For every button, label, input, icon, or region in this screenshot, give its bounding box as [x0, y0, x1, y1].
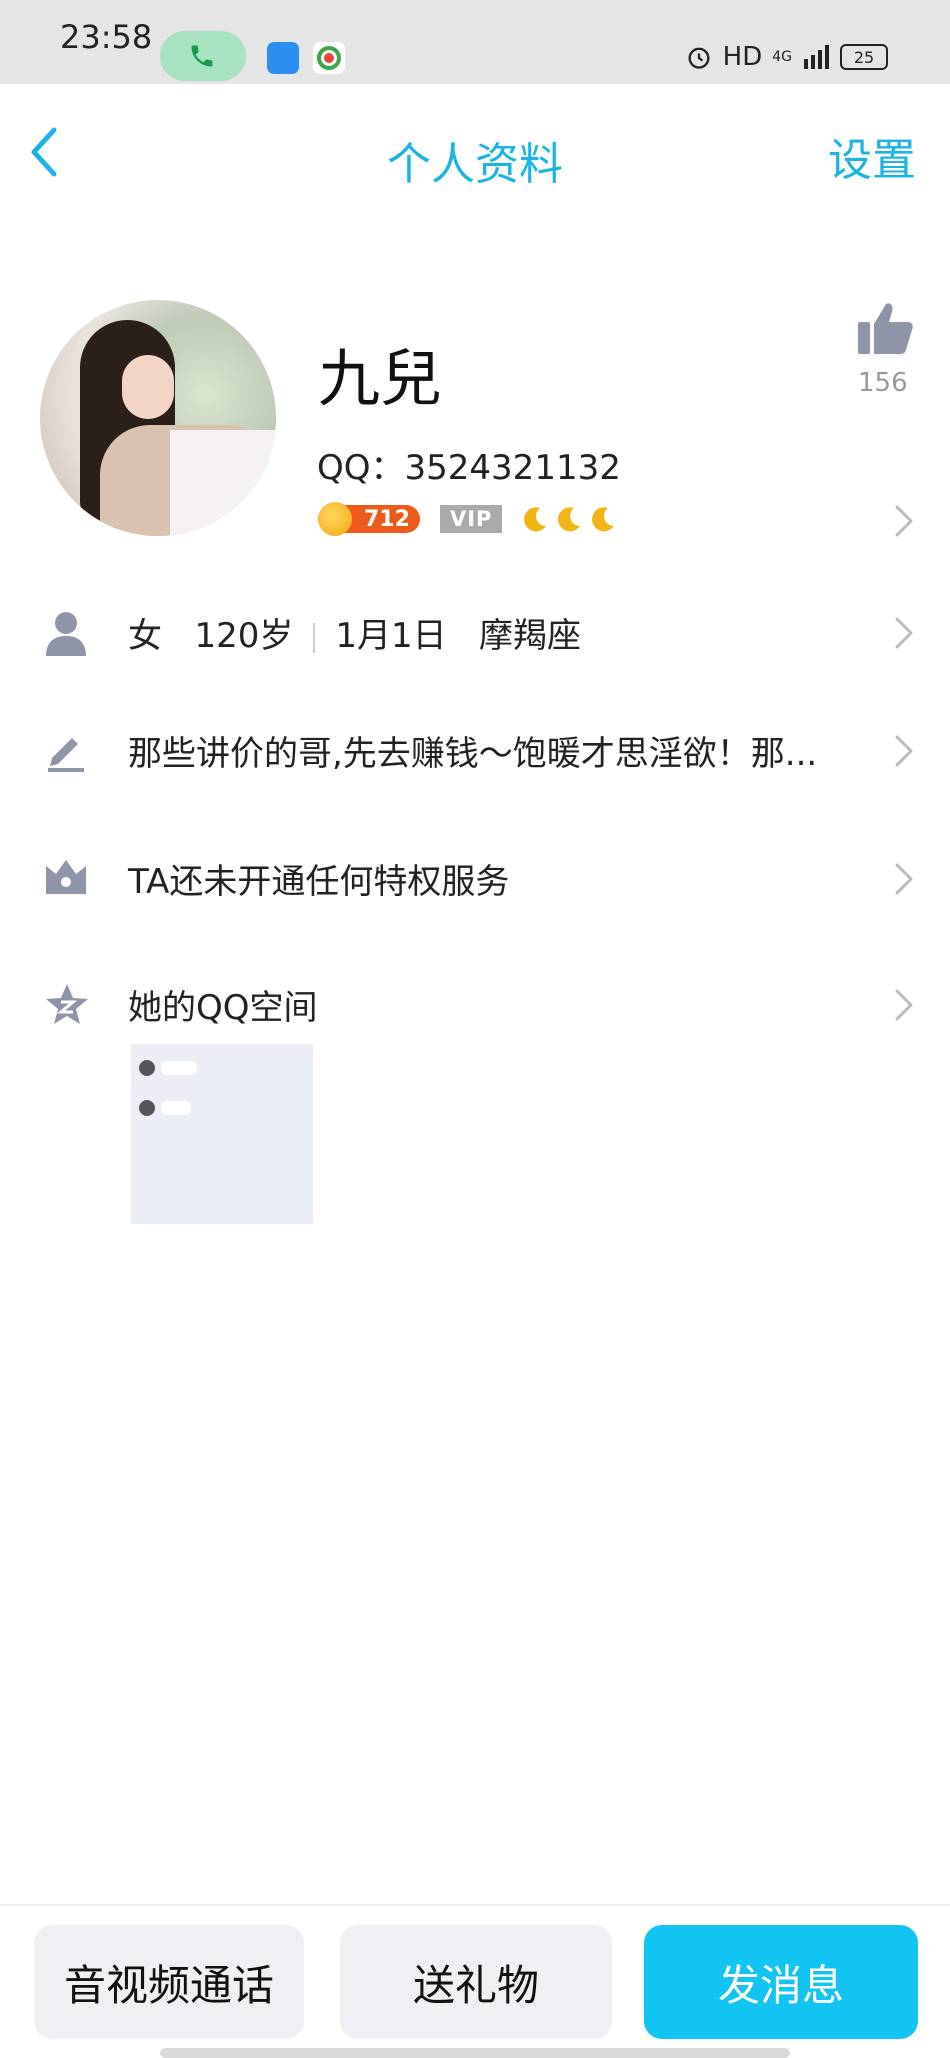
profile-name: 九兒 — [318, 342, 443, 415]
ongoing-call-pill[interactable] — [160, 31, 246, 81]
profile-header-chevron[interactable] — [894, 504, 914, 542]
chevron-right-icon — [894, 616, 914, 654]
age: 120岁 — [194, 616, 294, 656]
birthday: 1月1日 — [335, 616, 447, 656]
moon-icon — [558, 507, 581, 532]
chevron-right-icon — [894, 862, 914, 900]
status-time: 23:58 — [60, 18, 153, 56]
phone-icon — [191, 45, 213, 67]
send-message-button[interactable]: 发消息 — [644, 1925, 918, 2039]
level-value: 712 — [364, 506, 410, 532]
battery-level: 25 — [853, 47, 875, 67]
thumbs-up-icon — [858, 303, 913, 354]
qzone-text: 她的QQ空间 — [128, 988, 318, 1028]
crown-icon — [44, 856, 88, 900]
av-call-button[interactable]: 音视频通话 — [34, 1925, 304, 2039]
coin-icon — [318, 502, 352, 536]
nav-bar: 个人资料 设置 — [0, 84, 950, 214]
status-indicators: HD 4G 25 — [685, 42, 888, 72]
gender: 女 — [128, 616, 162, 656]
send-gift-button[interactable]: 送礼物 — [340, 1925, 612, 2039]
like-count: 156 — [858, 368, 908, 398]
zodiac: 摩羯座 — [479, 616, 582, 656]
like-button[interactable] — [856, 300, 914, 360]
signal-icon — [804, 45, 829, 69]
qzone-preview-thumbnail[interactable] — [131, 1044, 313, 1224]
bottom-divider — [0, 1904, 950, 1906]
pencil-icon — [44, 728, 88, 776]
person-icon — [44, 610, 88, 660]
browser-notification-icon — [313, 42, 345, 74]
moon-icon — [592, 507, 615, 532]
signal-label: 4G — [772, 49, 792, 65]
privilege-text: TA还未开通任何特权服务 — [128, 862, 510, 902]
signature-text: 那些讲价的哥,先去赚钱～饱暖才思淫欲！那... — [128, 734, 818, 774]
moon-level-icons — [520, 504, 618, 534]
vip-badge: VIP — [439, 505, 503, 533]
basic-info-text: 女 120岁 1月1日 摩羯座 — [128, 608, 581, 657]
alarm-icon — [688, 47, 710, 69]
chevron-right-icon — [895, 505, 913, 537]
settings-button[interactable]: 设置 — [828, 124, 916, 188]
status-bar: 23:58 HD 4G 25 — [0, 0, 950, 84]
moon-icon — [524, 507, 547, 532]
level-badge: 712 — [318, 502, 420, 536]
qq-number: QQ：3524321132 — [317, 448, 621, 488]
page-title: 个人资料 — [387, 139, 563, 190]
privilege-row[interactable]: TA还未开通任何特权服务 — [0, 836, 950, 916]
home-indicator[interactable] — [160, 2048, 790, 2058]
qzone-star-icon — [44, 982, 90, 1030]
qzone-row[interactable]: 她的QQ空间 — [0, 962, 950, 1042]
basic-info-row[interactable]: 女 120岁 1月1日 摩羯座 — [0, 590, 950, 670]
chevron-right-icon — [894, 734, 914, 772]
badge-row[interactable]: 712 VIP — [318, 502, 618, 536]
chevron-right-icon — [894, 988, 914, 1026]
hd-indicator: HD — [722, 42, 763, 72]
battery-icon: 25 — [840, 44, 888, 70]
signature-row[interactable]: 那些讲价的哥,先去赚钱～饱暖才思淫欲！那... — [0, 708, 950, 788]
avatar[interactable] — [40, 300, 276, 536]
app-notification-icon — [267, 42, 299, 74]
